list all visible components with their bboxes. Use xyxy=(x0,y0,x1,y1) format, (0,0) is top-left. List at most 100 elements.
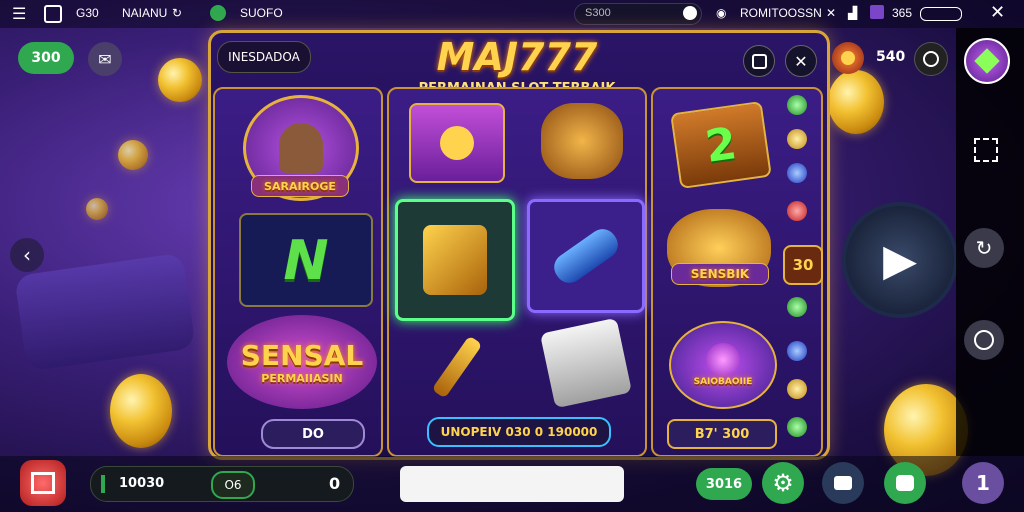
back-button[interactable]: ‹ xyxy=(10,238,44,272)
balance-badge[interactable]: 300 xyxy=(18,42,74,74)
sensal-logo: SENSAL PERMAIIASIN xyxy=(227,315,377,409)
avatar-button[interactable] xyxy=(964,38,1010,84)
number-two-symbol: 2 xyxy=(670,100,772,190)
red-gem-icon xyxy=(787,201,807,221)
close-game-button[interactable]: ✕ xyxy=(785,45,817,77)
slot-machine-roll-decoration xyxy=(14,252,196,372)
nfc-icon: ↻ xyxy=(172,6,183,20)
status-right-label: ROMITOOSSN xyxy=(740,6,822,20)
credit-badge[interactable]: 3016 xyxy=(696,468,752,500)
game-tab-title: INESDADOA xyxy=(217,41,311,73)
settings-icon: ⚙ xyxy=(772,469,794,497)
inbox-button[interactable]: ✉ xyxy=(88,42,122,76)
coin-decoration xyxy=(828,70,884,134)
lock-button[interactable] xyxy=(743,45,775,77)
refresh-icon: ↻ xyxy=(975,236,993,260)
lock-icon xyxy=(683,6,697,20)
balance-badge-text: 300 xyxy=(31,50,61,66)
sensal-logo-line2: PERMAIIASIN xyxy=(261,372,343,385)
game-tab-title-text: INESDADOA xyxy=(228,50,300,64)
card-symbol xyxy=(539,317,633,409)
reel-right: 2 SENSBIK SAIOBAOIIE 30 B7' 300 xyxy=(651,87,823,457)
golden-box-icon xyxy=(423,225,487,295)
circle-icon xyxy=(974,330,994,350)
settings-button[interactable]: ⚙ xyxy=(762,462,804,504)
sensal-logo-line1: SENSAL xyxy=(240,339,364,372)
blue-gem-icon xyxy=(787,341,807,361)
refresh-button[interactable]: ↻ xyxy=(964,228,1004,268)
battery-text: 365 xyxy=(892,6,913,20)
reel-middle: UNOPEIV 030 0 190000 xyxy=(387,87,647,457)
top-right-value: 540 xyxy=(876,49,906,65)
right-reel-side-number-text: 30 xyxy=(792,256,814,274)
yellow-gem-icon xyxy=(787,129,807,149)
left-reel-button[interactable]: DO xyxy=(261,419,365,449)
coin-decoration xyxy=(86,198,108,220)
reel-left: SARAIROGE N SENSAL PERMAIIASIN DO xyxy=(213,87,383,457)
play-wheel-button[interactable]: ▶ xyxy=(842,202,958,318)
coin-decoration xyxy=(110,374,172,448)
search-button[interactable] xyxy=(914,42,948,76)
close-icon[interactable]: ✕ xyxy=(990,2,1005,23)
close-icon: ✕ xyxy=(794,51,808,71)
symbol-n-tile: N xyxy=(239,213,373,307)
gem-icon xyxy=(974,48,1000,74)
yellow-gem-icon xyxy=(787,379,807,399)
inbox-icon: ✉ xyxy=(98,49,112,69)
golden-helmet-symbol xyxy=(541,103,623,179)
gift-button[interactable] xyxy=(20,460,66,506)
sun-icon xyxy=(440,126,474,160)
bet-panel: 10030 O6 0 xyxy=(90,466,354,502)
green-gem-icon xyxy=(787,297,807,317)
coin-decoration xyxy=(158,58,202,102)
shop-icon xyxy=(834,476,852,490)
back-icon: ‹ xyxy=(23,243,31,267)
game-logo: MAJ777 xyxy=(436,35,598,79)
app-label: SUOFO xyxy=(240,6,283,20)
gem-badge-symbol: SAIOBAOIIE xyxy=(669,321,777,409)
signal-icon: ▟ xyxy=(848,6,858,20)
avatar xyxy=(279,123,323,173)
lock-icon xyxy=(751,53,767,69)
right-reel-button-text: B7' 300 xyxy=(694,426,750,442)
win-display: UNOPEIV 030 0 190000 xyxy=(427,417,611,447)
scroll-icon xyxy=(548,223,624,289)
sun-badge-button[interactable] xyxy=(832,42,864,74)
purple-gem-icon xyxy=(706,343,740,377)
mallet-icon xyxy=(431,335,483,399)
message-input[interactable] xyxy=(400,466,624,502)
notification-icon xyxy=(870,5,884,19)
network-icon: ✕ xyxy=(826,6,837,20)
menu-icon[interactable]: ☰ xyxy=(12,4,26,24)
right-reel-button[interactable]: B7' 300 xyxy=(667,419,777,449)
highlighted-symbol-box xyxy=(395,199,515,321)
credit-badge-text: 3016 xyxy=(705,476,743,492)
circle-button[interactable] xyxy=(964,320,1004,360)
gem-badge-label: SAIOBAOIIE xyxy=(693,377,753,387)
shop-button[interactable] xyxy=(822,462,864,504)
toggle-button[interactable]: O6 xyxy=(211,471,255,499)
win-display-text: UNOPEIV 030 0 190000 xyxy=(440,425,598,439)
alarm-icon: ◉ xyxy=(716,6,727,20)
blue-gem-icon xyxy=(787,163,807,183)
network-name: NAIANU xyxy=(122,6,168,20)
notification-icon: 1 xyxy=(976,471,990,495)
search-placeholder: S300 xyxy=(585,7,611,19)
fullscreen-icon[interactable] xyxy=(974,138,998,162)
gallery-icon xyxy=(44,5,62,23)
sun-icon xyxy=(841,51,855,65)
toggle-label: O6 xyxy=(224,478,242,492)
treasure-chest-symbol xyxy=(409,103,505,183)
chat-button[interactable] xyxy=(884,462,926,504)
left-reel-button-text: DO xyxy=(302,426,324,442)
search-input[interactable]: S300 xyxy=(574,3,702,25)
green-gem-icon xyxy=(787,95,807,115)
chat-icon xyxy=(896,475,914,491)
bet-indicator-icon xyxy=(101,475,105,493)
bet-value: 10030 xyxy=(119,476,165,491)
right-reel-label: SENSBIK xyxy=(671,263,769,285)
right-reel-side-number: 30 xyxy=(783,245,823,285)
notification-button[interactable]: 1 xyxy=(962,462,1004,504)
counter: 0 xyxy=(329,474,341,493)
battery-icon xyxy=(920,7,962,21)
